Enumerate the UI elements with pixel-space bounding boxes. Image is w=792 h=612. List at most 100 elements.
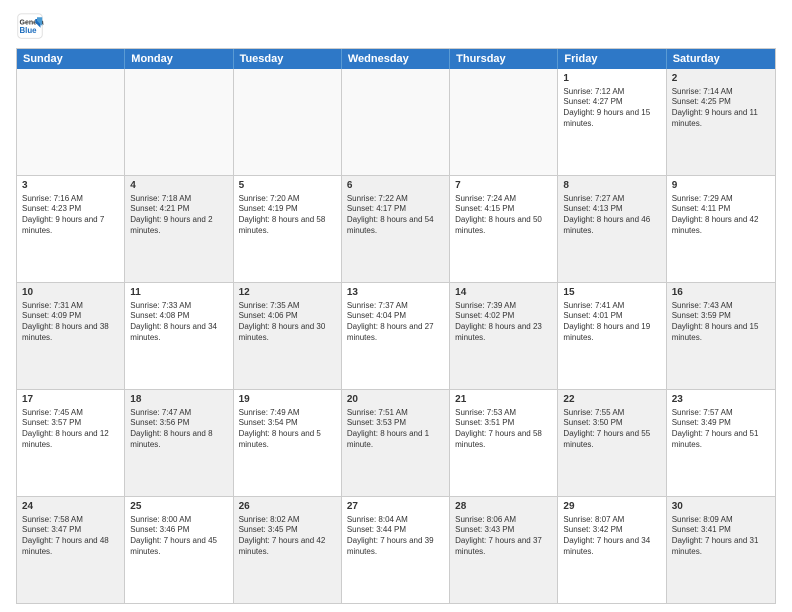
calendar-cell-3: 3Sunrise: 7:16 AM Sunset: 4:23 PM Daylig… <box>17 176 125 282</box>
day-number-9: 9 <box>672 179 770 193</box>
calendar-cell-28: 28Sunrise: 8:06 AM Sunset: 3:43 PM Dayli… <box>450 497 558 603</box>
header: General Blue <box>16 12 776 40</box>
calendar-cell-23: 23Sunrise: 7:57 AM Sunset: 3:49 PM Dayli… <box>667 390 775 496</box>
calendar-cell-10: 10Sunrise: 7:31 AM Sunset: 4:09 PM Dayli… <box>17 283 125 389</box>
weekday-header-friday: Friday <box>558 49 666 69</box>
day-info-27: Sunrise: 8:04 AM Sunset: 3:44 PM Dayligh… <box>347 515 444 558</box>
day-info-28: Sunrise: 8:06 AM Sunset: 3:43 PM Dayligh… <box>455 515 552 558</box>
day-info-2: Sunrise: 7:14 AM Sunset: 4:25 PM Dayligh… <box>672 87 770 130</box>
day-number-27: 27 <box>347 500 444 514</box>
day-info-10: Sunrise: 7:31 AM Sunset: 4:09 PM Dayligh… <box>22 301 119 344</box>
day-info-1: Sunrise: 7:12 AM Sunset: 4:27 PM Dayligh… <box>563 87 660 130</box>
day-info-5: Sunrise: 7:20 AM Sunset: 4:19 PM Dayligh… <box>239 194 336 237</box>
calendar-cell-18: 18Sunrise: 7:47 AM Sunset: 3:56 PM Dayli… <box>125 390 233 496</box>
day-info-13: Sunrise: 7:37 AM Sunset: 4:04 PM Dayligh… <box>347 301 444 344</box>
weekday-header-sunday: Sunday <box>17 49 125 69</box>
calendar-cell-empty-0-4 <box>450 69 558 175</box>
svg-text:Blue: Blue <box>20 26 38 35</box>
calendar-cell-4: 4Sunrise: 7:18 AM Sunset: 4:21 PM Daylig… <box>125 176 233 282</box>
day-info-3: Sunrise: 7:16 AM Sunset: 4:23 PM Dayligh… <box>22 194 119 237</box>
day-number-16: 16 <box>672 286 770 300</box>
calendar-cell-6: 6Sunrise: 7:22 AM Sunset: 4:17 PM Daylig… <box>342 176 450 282</box>
day-number-25: 25 <box>130 500 227 514</box>
calendar-cell-empty-0-1 <box>125 69 233 175</box>
calendar-header: SundayMondayTuesdayWednesdayThursdayFrid… <box>17 49 775 69</box>
day-number-4: 4 <box>130 179 227 193</box>
calendar-cell-29: 29Sunrise: 8:07 AM Sunset: 3:42 PM Dayli… <box>558 497 666 603</box>
day-info-17: Sunrise: 7:45 AM Sunset: 3:57 PM Dayligh… <box>22 408 119 451</box>
calendar-cell-16: 16Sunrise: 7:43 AM Sunset: 3:59 PM Dayli… <box>667 283 775 389</box>
day-number-24: 24 <box>22 500 119 514</box>
calendar-cell-7: 7Sunrise: 7:24 AM Sunset: 4:15 PM Daylig… <box>450 176 558 282</box>
day-info-9: Sunrise: 7:29 AM Sunset: 4:11 PM Dayligh… <box>672 194 770 237</box>
day-info-20: Sunrise: 7:51 AM Sunset: 3:53 PM Dayligh… <box>347 408 444 451</box>
calendar-cell-22: 22Sunrise: 7:55 AM Sunset: 3:50 PM Dayli… <box>558 390 666 496</box>
day-number-21: 21 <box>455 393 552 407</box>
day-number-12: 12 <box>239 286 336 300</box>
day-info-24: Sunrise: 7:58 AM Sunset: 3:47 PM Dayligh… <box>22 515 119 558</box>
weekday-header-monday: Monday <box>125 49 233 69</box>
weekday-header-wednesday: Wednesday <box>342 49 450 69</box>
calendar-row-2: 10Sunrise: 7:31 AM Sunset: 4:09 PM Dayli… <box>17 282 775 389</box>
day-info-8: Sunrise: 7:27 AM Sunset: 4:13 PM Dayligh… <box>563 194 660 237</box>
weekday-header-tuesday: Tuesday <box>234 49 342 69</box>
day-number-19: 19 <box>239 393 336 407</box>
day-number-15: 15 <box>563 286 660 300</box>
calendar-cell-21: 21Sunrise: 7:53 AM Sunset: 3:51 PM Dayli… <box>450 390 558 496</box>
day-number-26: 26 <box>239 500 336 514</box>
calendar-cell-12: 12Sunrise: 7:35 AM Sunset: 4:06 PM Dayli… <box>234 283 342 389</box>
calendar-row-3: 17Sunrise: 7:45 AM Sunset: 3:57 PM Dayli… <box>17 389 775 496</box>
calendar-cell-20: 20Sunrise: 7:51 AM Sunset: 3:53 PM Dayli… <box>342 390 450 496</box>
page: General Blue SundayMondayTuesdayWednesda… <box>0 0 792 612</box>
calendar-cell-empty-0-2 <box>234 69 342 175</box>
day-number-28: 28 <box>455 500 552 514</box>
calendar-cell-14: 14Sunrise: 7:39 AM Sunset: 4:02 PM Dayli… <box>450 283 558 389</box>
day-number-2: 2 <box>672 72 770 86</box>
day-number-5: 5 <box>239 179 336 193</box>
day-info-22: Sunrise: 7:55 AM Sunset: 3:50 PM Dayligh… <box>563 408 660 451</box>
calendar-cell-13: 13Sunrise: 7:37 AM Sunset: 4:04 PM Dayli… <box>342 283 450 389</box>
calendar-cell-17: 17Sunrise: 7:45 AM Sunset: 3:57 PM Dayli… <box>17 390 125 496</box>
logo-icon: General Blue <box>16 12 44 40</box>
calendar-cell-empty-0-0 <box>17 69 125 175</box>
calendar-cell-27: 27Sunrise: 8:04 AM Sunset: 3:44 PM Dayli… <box>342 497 450 603</box>
calendar-cell-26: 26Sunrise: 8:02 AM Sunset: 3:45 PM Dayli… <box>234 497 342 603</box>
calendar-cell-15: 15Sunrise: 7:41 AM Sunset: 4:01 PM Dayli… <box>558 283 666 389</box>
day-number-30: 30 <box>672 500 770 514</box>
calendar-cell-1: 1Sunrise: 7:12 AM Sunset: 4:27 PM Daylig… <box>558 69 666 175</box>
day-info-7: Sunrise: 7:24 AM Sunset: 4:15 PM Dayligh… <box>455 194 552 237</box>
day-info-30: Sunrise: 8:09 AM Sunset: 3:41 PM Dayligh… <box>672 515 770 558</box>
day-number-3: 3 <box>22 179 119 193</box>
day-info-12: Sunrise: 7:35 AM Sunset: 4:06 PM Dayligh… <box>239 301 336 344</box>
calendar-cell-5: 5Sunrise: 7:20 AM Sunset: 4:19 PM Daylig… <box>234 176 342 282</box>
calendar-cell-24: 24Sunrise: 7:58 AM Sunset: 3:47 PM Dayli… <box>17 497 125 603</box>
day-number-6: 6 <box>347 179 444 193</box>
day-info-16: Sunrise: 7:43 AM Sunset: 3:59 PM Dayligh… <box>672 301 770 344</box>
weekday-header-saturday: Saturday <box>667 49 775 69</box>
day-number-23: 23 <box>672 393 770 407</box>
day-number-22: 22 <box>563 393 660 407</box>
calendar-cell-empty-0-3 <box>342 69 450 175</box>
calendar-cell-19: 19Sunrise: 7:49 AM Sunset: 3:54 PM Dayli… <box>234 390 342 496</box>
day-number-14: 14 <box>455 286 552 300</box>
day-number-8: 8 <box>563 179 660 193</box>
calendar-cell-11: 11Sunrise: 7:33 AM Sunset: 4:08 PM Dayli… <box>125 283 233 389</box>
day-info-18: Sunrise: 7:47 AM Sunset: 3:56 PM Dayligh… <box>130 408 227 451</box>
day-number-17: 17 <box>22 393 119 407</box>
day-info-29: Sunrise: 8:07 AM Sunset: 3:42 PM Dayligh… <box>563 515 660 558</box>
logo: General Blue <box>16 12 48 40</box>
calendar: SundayMondayTuesdayWednesdayThursdayFrid… <box>16 48 776 604</box>
day-number-29: 29 <box>563 500 660 514</box>
day-info-19: Sunrise: 7:49 AM Sunset: 3:54 PM Dayligh… <box>239 408 336 451</box>
calendar-cell-8: 8Sunrise: 7:27 AM Sunset: 4:13 PM Daylig… <box>558 176 666 282</box>
calendar-cell-25: 25Sunrise: 8:00 AM Sunset: 3:46 PM Dayli… <box>125 497 233 603</box>
day-number-7: 7 <box>455 179 552 193</box>
calendar-row-4: 24Sunrise: 7:58 AM Sunset: 3:47 PM Dayli… <box>17 496 775 603</box>
calendar-cell-9: 9Sunrise: 7:29 AM Sunset: 4:11 PM Daylig… <box>667 176 775 282</box>
calendar-body: 1Sunrise: 7:12 AM Sunset: 4:27 PM Daylig… <box>17 69 775 603</box>
day-number-11: 11 <box>130 286 227 300</box>
day-info-26: Sunrise: 8:02 AM Sunset: 3:45 PM Dayligh… <box>239 515 336 558</box>
day-info-11: Sunrise: 7:33 AM Sunset: 4:08 PM Dayligh… <box>130 301 227 344</box>
day-info-21: Sunrise: 7:53 AM Sunset: 3:51 PM Dayligh… <box>455 408 552 451</box>
day-number-20: 20 <box>347 393 444 407</box>
